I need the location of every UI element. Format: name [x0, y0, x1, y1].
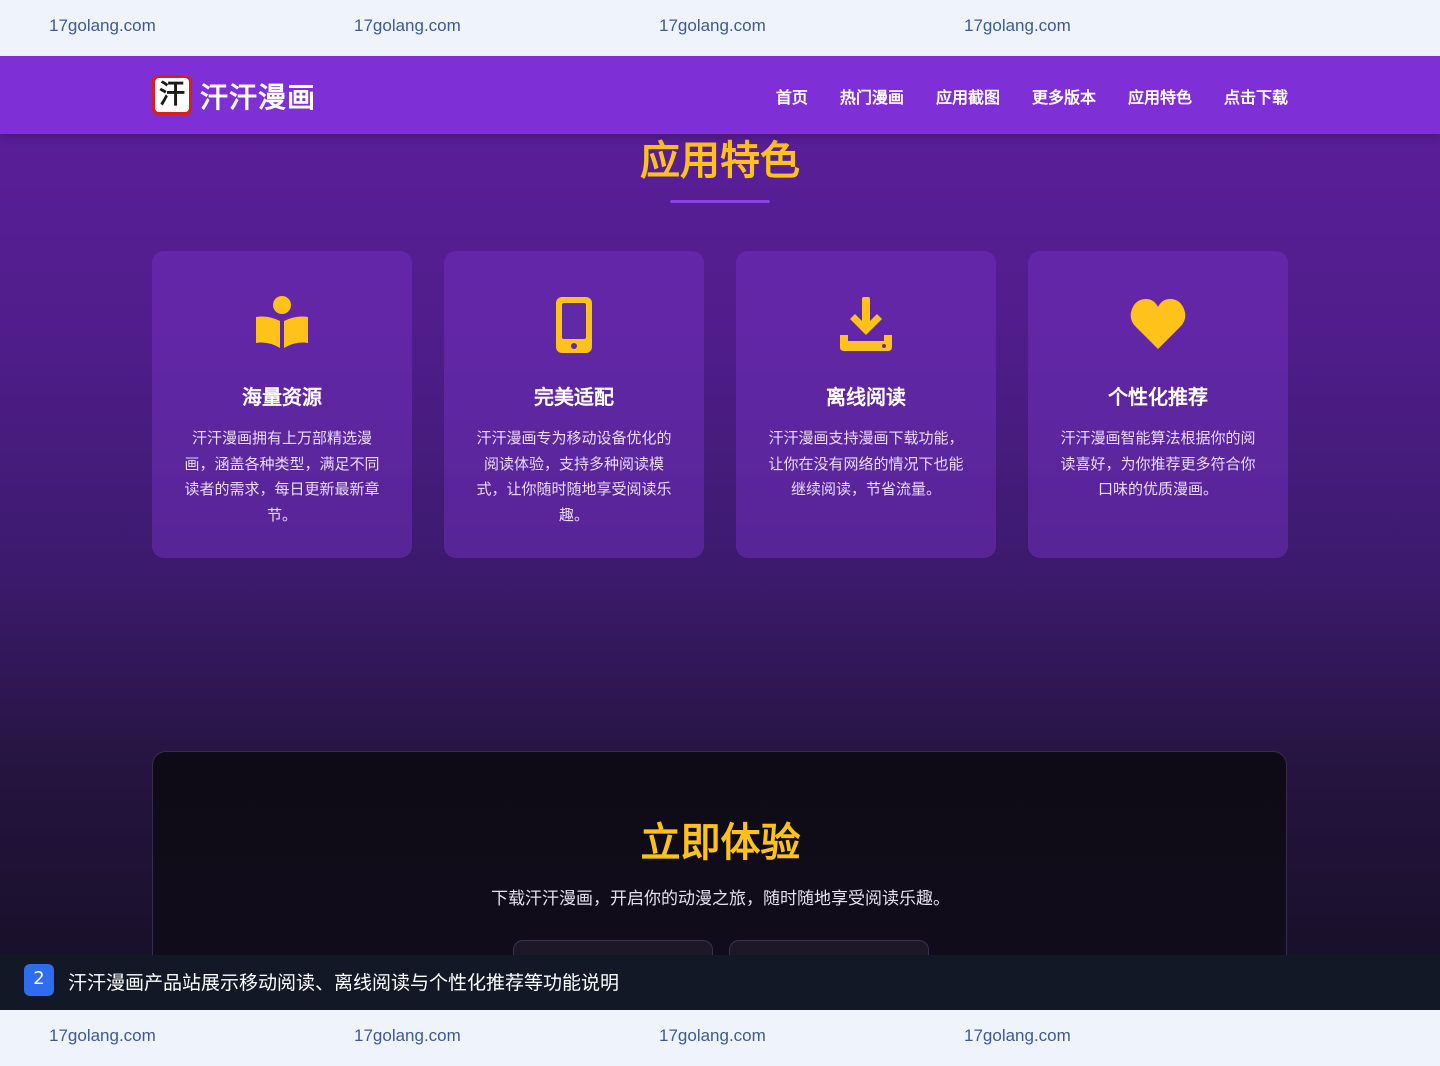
nav-link-screenshots[interactable]: 应用截图: [936, 84, 1000, 108]
mobile-phone-icon: [556, 297, 592, 353]
caption-number-badge: 2: [24, 964, 54, 996]
feature-title: 完美适配: [534, 385, 614, 409]
nav-links: 首页 热门漫画 应用截图 更多版本 应用特色 点击下载: [776, 84, 1288, 108]
watermark-text: 17golang.com: [964, 1026, 1071, 1045]
download-icon: [840, 297, 892, 351]
feature-description: 汗汗漫画专为移动设备优化的阅读体验，支持多种阅读模式，让你随时随地享受阅读乐趣。: [476, 429, 672, 524]
feature-title: 个性化推荐: [1108, 385, 1208, 409]
app-logo[interactable]: 汗: [152, 75, 192, 115]
logo-glyph: 汗: [155, 78, 189, 112]
feature-title: 海量资源: [242, 385, 322, 409]
top-navigation: 汗 汗汗漫画 首页 热门漫画 应用截图 更多版本 应用特色 点击下载: [0, 56, 1440, 134]
feature-description: 汗汗漫画拥有上万部精选漫画，涵盖各种类型，满足不同读者的需求，每日更新最新章节。: [184, 429, 380, 524]
watermark-text: 17golang.com: [964, 16, 1071, 35]
caption-text: 汗汗漫画产品站展示移动阅读、离线阅读与个性化推荐等功能说明: [68, 972, 620, 994]
feature-card: 海量资源 汗汗漫画拥有上万部精选漫画，涵盖各种类型，满足不同读者的需求，每日更新…: [152, 251, 412, 558]
feature-description: 汗汗漫画智能算法根据你的阅读喜好，为你推荐更多符合你口味的优质漫画。: [1060, 429, 1256, 498]
nav-link-download[interactable]: 点击下载: [1224, 84, 1288, 108]
watermark-text: 17golang.com: [354, 1026, 461, 1045]
features-title: 应用特色: [640, 138, 800, 184]
nav-link-more-versions[interactable]: 更多版本: [1032, 84, 1096, 108]
feature-card: 完美适配 汗汗漫画专为移动设备优化的阅读体验，支持多种阅读模式，让你随时随地享受…: [444, 251, 704, 558]
brand-name[interactable]: 汗汗漫画: [200, 76, 316, 116]
watermark-text: 17golang.com: [659, 1026, 766, 1045]
watermark-text: 17golang.com: [49, 1026, 156, 1045]
heart-icon: [1130, 299, 1186, 349]
cta-description: 下载汗汗漫画，开启你的动漫之旅，随时随地享受阅读乐趣。: [491, 889, 950, 909]
cta-title: 立即体验: [640, 820, 801, 866]
watermark-text: 17golang.com: [49, 16, 156, 35]
page-viewport: 汗 汗汗漫画 首页 热门漫画 应用截图 更多版本 应用特色 点击下载 应用特色 …: [0, 56, 1440, 1010]
feature-description: 汗汗漫画支持漫画下载功能，让你在没有网络的情况下也能继续阅读，节省流量。: [768, 429, 964, 498]
title-underline: [670, 200, 770, 203]
watermark-bar-top: 17golang.com 17golang.com 17golang.com 1…: [0, 0, 1440, 56]
feature-title: 离线阅读: [826, 385, 906, 409]
nav-link-hot-comics[interactable]: 热门漫画: [840, 84, 904, 108]
watermark-bar-bottom: 17golang.com 17golang.com 17golang.com 1…: [0, 1010, 1440, 1066]
book-reader-icon: [256, 296, 308, 348]
caption-bar: 2 汗汗漫画产品站展示移动阅读、离线阅读与个性化推荐等功能说明: [0, 955, 1440, 1010]
watermark-text: 17golang.com: [659, 16, 766, 35]
watermark-text: 17golang.com: [354, 16, 461, 35]
feature-card: 个性化推荐 汗汗漫画智能算法根据你的阅读喜好，为你推荐更多符合你口味的优质漫画。: [1028, 251, 1288, 558]
nav-link-home[interactable]: 首页: [776, 84, 808, 108]
nav-link-features[interactable]: 应用特色: [1128, 84, 1192, 108]
feature-card: 离线阅读 汗汗漫画支持漫画下载功能，让你在没有网络的情况下也能继续阅读，节省流量…: [736, 251, 996, 558]
